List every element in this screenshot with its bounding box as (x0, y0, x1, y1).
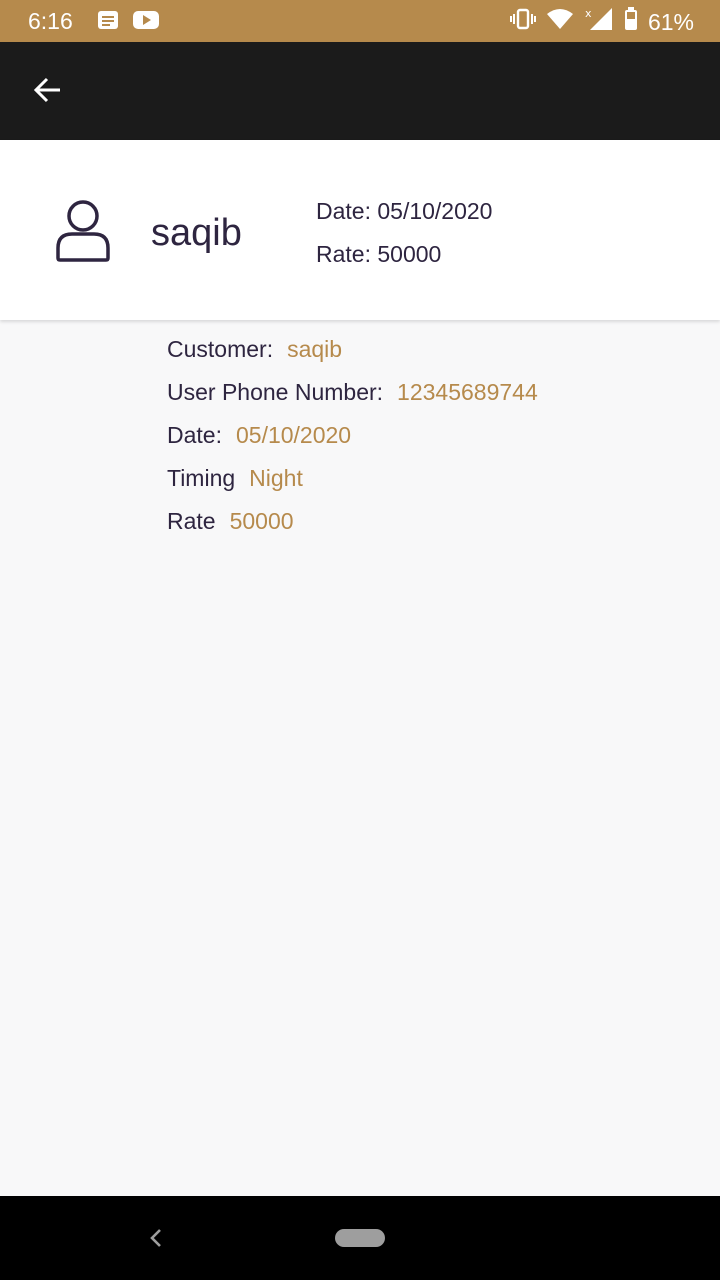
nav-home-button[interactable] (335, 1229, 385, 1247)
card-date: Date: 05/10/2020 (316, 198, 493, 224)
card-customer-name: saqib (151, 212, 242, 254)
status-bar: 6:16 x 61% (0, 0, 720, 42)
detail-value: 50000 (229, 508, 294, 534)
detail-value: Night (249, 465, 303, 491)
detail-label: Timing (167, 465, 236, 491)
status-right: x 61% (509, 6, 694, 37)
vibrate-icon (509, 7, 536, 36)
detail-label: Customer: (167, 336, 274, 362)
battery-percentage: 61% (647, 8, 694, 35)
arrow-left-icon (32, 74, 64, 111)
youtube-icon (132, 9, 160, 36)
detail-row-timing: Timing Night (167, 463, 538, 506)
detail-row-customer: Customer: saqib (167, 334, 538, 377)
svg-text:x: x (585, 7, 592, 20)
status-notification-icons (96, 9, 160, 36)
battery-icon (624, 7, 638, 36)
wifi-icon (546, 7, 574, 36)
detail-label: Date: (167, 422, 222, 448)
detail-label: User Phone Number: (167, 379, 384, 405)
detail-value: 12345689744 (397, 379, 538, 405)
detail-value: 05/10/2020 (235, 422, 352, 448)
user-icon (52, 196, 114, 266)
card-rate: Rate: 50000 (316, 241, 442, 267)
detail-label: Rate (167, 508, 216, 534)
nav-back-icon[interactable] (144, 1224, 168, 1252)
notes-icon (96, 9, 120, 36)
signal-icon: x (584, 6, 614, 37)
detail-value: saqib (287, 336, 343, 362)
booking-details: Customer: saqib User Phone Number: 1234568… (167, 334, 538, 549)
back-button[interactable] (24, 68, 72, 116)
system-navigation-bar (0, 1196, 720, 1280)
detail-row-date: Date: 05/10/2020 (167, 420, 538, 463)
app-bar (0, 42, 720, 140)
detail-row-phone: User Phone Number: 12345689744 (167, 377, 538, 420)
detail-row-rate: Rate 50000 (167, 506, 538, 549)
status-time: 6:16 (28, 8, 73, 34)
